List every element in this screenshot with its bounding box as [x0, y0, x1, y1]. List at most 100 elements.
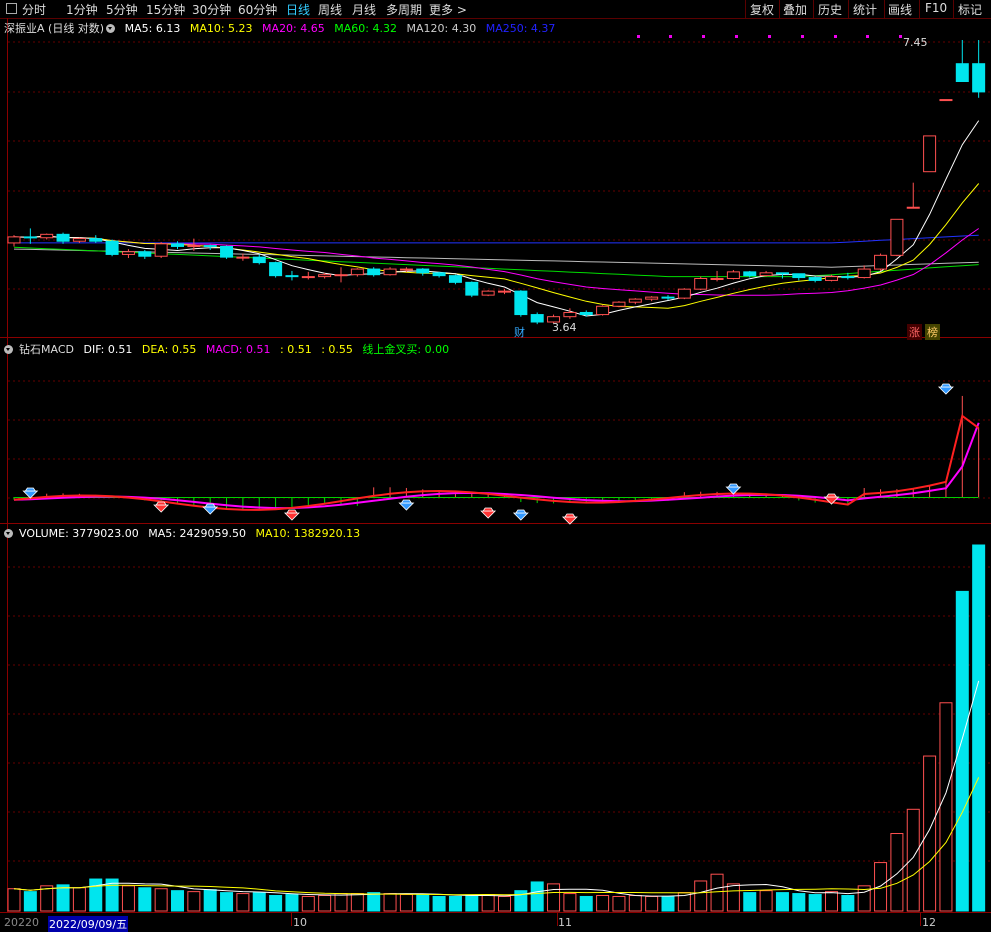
ma20-label: MA20: 4.65 [262, 22, 325, 35]
candle-body [448, 275, 462, 283]
volume-bar [841, 895, 855, 912]
ma60-label: MA60: 4.32 [334, 22, 397, 35]
volume-bar [40, 885, 54, 912]
dif-label: DIF: 0.51 [83, 343, 133, 356]
candle-body [121, 251, 135, 255]
candle-body [350, 268, 364, 276]
kline-chart[interactable] [0, 0, 991, 930]
volume-bar [383, 893, 397, 912]
stock-title: 深振业A (日线 对数) [4, 22, 105, 35]
volume-bar [269, 895, 283, 912]
candle-body [7, 236, 21, 244]
volume-bar [7, 888, 21, 912]
candle-body [252, 256, 266, 264]
volume-dropdown-icon[interactable] [4, 529, 13, 538]
candle-body [514, 290, 528, 316]
diamond-signal-icon [202, 506, 219, 515]
x-axis-month-10: 10 [293, 916, 307, 929]
volume-bar [318, 895, 332, 912]
candle-body [955, 63, 969, 83]
event-marker [801, 35, 804, 38]
volume-bar [448, 895, 462, 912]
dropdown-icon[interactable] [106, 24, 116, 33]
candle-body [399, 268, 413, 271]
volume-bar [759, 890, 773, 912]
event-marker [768, 35, 771, 38]
diamond-signal-icon [480, 510, 497, 519]
volume-bar [285, 894, 299, 912]
volume-bar [121, 885, 135, 912]
candle-body [563, 311, 577, 318]
candle-body [220, 245, 234, 258]
candle-body [743, 271, 757, 277]
candle-body [775, 272, 789, 275]
bang-badge[interactable]: 榜 [925, 324, 940, 340]
volume-bar [367, 892, 381, 912]
volume-bar [694, 880, 708, 912]
candle-body [236, 256, 250, 259]
candle-body [874, 254, 888, 270]
volume-bar [301, 895, 315, 912]
diamond-signal-icon [398, 502, 415, 511]
volume-bar [432, 895, 446, 912]
diamond-top [155, 501, 167, 506]
macd-dropdown-icon[interactable] [4, 345, 13, 354]
candle-body [318, 274, 332, 278]
diamond-top [940, 383, 952, 388]
low-price-label: 3.64 [552, 321, 577, 334]
diamond-signal-icon [561, 516, 578, 525]
volume-bar [498, 895, 511, 912]
candle-body [72, 238, 86, 242]
diamond-signal-icon [153, 504, 170, 513]
diamond-top [24, 487, 37, 492]
volume-bar [138, 887, 152, 912]
candle-body [726, 271, 740, 280]
candle-body [171, 243, 184, 247]
diamond-signal-icon [937, 386, 954, 395]
candle-body [939, 99, 953, 102]
volume-bar [350, 893, 364, 912]
diamond-top [564, 513, 576, 518]
candle-body [677, 288, 691, 299]
candle-body [23, 236, 37, 239]
high-price-label: 7.45 [903, 36, 928, 49]
volume-ma5-line [13, 680, 980, 897]
golden-cross-label: 线上金叉买: 0.00 [362, 343, 450, 356]
volume-panel-legend: VOLUME: 3779023.00 MA5: 2429059.50 MA10:… [4, 527, 366, 540]
event-marker [866, 35, 869, 38]
cai-badge[interactable]: 财 [514, 324, 525, 340]
diamond-signal-icon [283, 512, 300, 521]
candle-body [923, 135, 937, 173]
x-axis-start-label: 20220 [4, 916, 39, 929]
volume-bar [399, 894, 413, 912]
event-marker [702, 35, 705, 38]
volume-bar [906, 808, 920, 912]
volume-bar [72, 887, 86, 912]
volume-bar [661, 895, 675, 912]
candle-body [661, 296, 675, 299]
candle-body [906, 206, 920, 209]
ma5-line [13, 120, 980, 317]
volume-bar [808, 894, 822, 912]
candle-body [808, 277, 822, 281]
candle-body [105, 240, 119, 255]
volume-bar [628, 895, 642, 912]
volume-bar [775, 892, 789, 912]
event-marker [735, 35, 738, 38]
candle-body [432, 272, 446, 277]
macd-value-2: : 0.55 [321, 343, 353, 356]
ma5-label: MA5: 6.13 [124, 22, 181, 35]
candle-body [645, 296, 659, 300]
x-axis-month-12: 12 [922, 916, 936, 929]
candle-body [579, 311, 593, 316]
candle-body [40, 233, 54, 239]
candle-body [972, 63, 986, 93]
volume-bar [187, 891, 201, 912]
zhang-badge[interactable]: 涨 [907, 324, 922, 340]
candle-body [857, 268, 871, 279]
candle-body [203, 245, 217, 248]
volume-bar [579, 895, 593, 912]
ma120-label: MA120: 4.30 [406, 22, 477, 35]
candle-body [56, 233, 70, 242]
macd-panel-legend: 钻石MACD DIF: 0.51 DEA: 0.55 MACD: 0.51 : … [4, 341, 455, 357]
